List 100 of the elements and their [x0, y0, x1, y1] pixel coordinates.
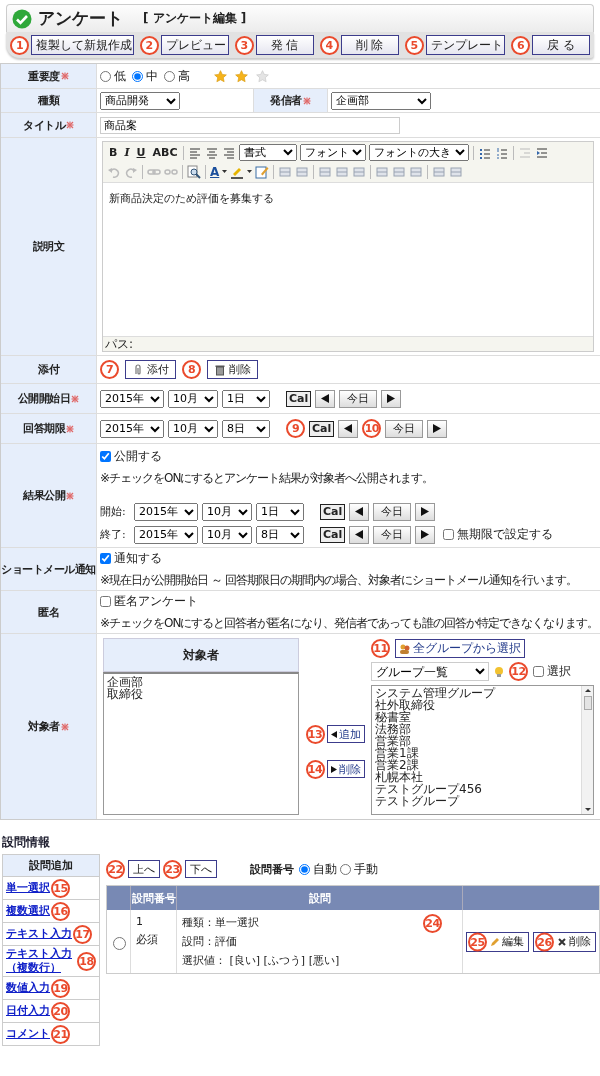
- toolbar-button[interactable]: 削 除: [340, 35, 399, 55]
- list-item[interactable]: 取締役: [107, 688, 295, 700]
- align-icon[interactable]: [222, 145, 237, 160]
- next-button[interactable]: [427, 419, 448, 438]
- all-groups-button[interactable]: 全グループから選択: [395, 639, 525, 658]
- indent-icon[interactable]: [535, 145, 550, 160]
- calendar-button[interactable]: Cal: [320, 526, 346, 543]
- table-icon[interactable]: [432, 164, 447, 179]
- title-field[interactable]: 商品案: [100, 116, 400, 134]
- previous-button[interactable]: [315, 389, 336, 408]
- question-type-link[interactable]: 日付入力: [6, 1004, 50, 1018]
- list-item[interactable]: テストグループ456: [375, 783, 578, 795]
- scrollbar[interactable]: [581, 686, 593, 814]
- no-end-date-checkbox[interactable]: [443, 529, 455, 540]
- toolbar-button[interactable]: テンプレート: [425, 35, 505, 55]
- year-select[interactable]: 2015年: [134, 525, 198, 544]
- radio-button[interactable]: [340, 863, 351, 875]
- table-icon[interactable]: [392, 164, 407, 179]
- toolbar-button[interactable]: 発 信: [255, 35, 314, 55]
- list-item[interactable]: 営業1課: [375, 747, 578, 759]
- format-button[interactable]: ABC: [150, 146, 180, 159]
- magnifier-icon[interactable]: [187, 164, 201, 179]
- move-down-button[interactable]: 下へ: [185, 860, 217, 878]
- today-button[interactable]: 今日: [339, 389, 378, 408]
- edit-icon[interactable]: [255, 164, 270, 179]
- select-checkbox[interactable]: [533, 666, 544, 677]
- previous-button[interactable]: [338, 419, 359, 438]
- month-select[interactable]: 10月: [202, 502, 252, 521]
- table-icon[interactable]: [318, 164, 333, 179]
- notify-checkbox[interactable]: [100, 552, 111, 564]
- anonymous-checkbox[interactable]: [100, 595, 111, 607]
- table-icon[interactable]: [352, 164, 367, 179]
- list-item[interactable]: 社外取締役: [375, 699, 578, 711]
- attachment-button[interactable]: 添付: [125, 360, 176, 379]
- list-item[interactable]: 営業2課: [375, 759, 578, 771]
- group-list[interactable]: システム管理グループ 社外取締役 秘書室 法務部 営業部 営業1課 営業2課 札幌本社 テストグループ456 テストグループ: [371, 685, 594, 815]
- previous-button[interactable]: [349, 525, 370, 544]
- toolbar-button[interactable]: 複製して新規作成: [31, 35, 134, 55]
- calendar-button[interactable]: Cal: [286, 390, 312, 407]
- month-select[interactable]: 10月: [168, 389, 218, 408]
- list-item[interactable]: 営業部: [375, 735, 578, 747]
- calendar-button[interactable]: Cal: [320, 503, 346, 520]
- editor-dropdown[interactable]: フォント: [300, 144, 367, 161]
- toolbar-button[interactable]: 戻 る: [532, 35, 590, 55]
- previous-button[interactable]: [349, 502, 370, 521]
- year-select[interactable]: 2015年: [134, 502, 198, 521]
- radio-button[interactable]: [164, 70, 175, 82]
- editor-dropdown[interactable]: フォントの大き: [369, 144, 470, 161]
- list-item[interactable]: テストグループ: [375, 795, 578, 807]
- radio-button[interactable]: [100, 70, 111, 82]
- list-item[interactable]: 札幌本社: [375, 771, 578, 783]
- day-select[interactable]: 8日: [222, 419, 270, 438]
- list-item[interactable]: 秘書室: [375, 711, 578, 723]
- category-select[interactable]: 商品開発: [100, 91, 180, 110]
- radio-button[interactable]: [299, 863, 310, 875]
- next-button[interactable]: [381, 389, 402, 408]
- format-button[interactable]: I: [122, 146, 132, 159]
- next-button[interactable]: [415, 502, 436, 521]
- format-button[interactable]: U: [134, 146, 148, 159]
- radio-button[interactable]: [132, 70, 143, 82]
- day-select[interactable]: 1日: [256, 502, 304, 521]
- scroll-down-icon[interactable]: [583, 807, 592, 812]
- day-select[interactable]: 8日: [256, 525, 304, 544]
- year-select[interactable]: 2015年: [100, 419, 164, 438]
- add-button[interactable]: 追加: [326, 725, 365, 743]
- table-icon[interactable]: [335, 164, 350, 179]
- scroll-up-icon[interactable]: [583, 688, 592, 693]
- next-button[interactable]: [415, 525, 436, 544]
- attachment-button[interactable]: 削除: [207, 360, 258, 379]
- font-color-button[interactable]: A: [210, 164, 220, 179]
- month-select[interactable]: 10月: [168, 419, 218, 438]
- list-item[interactable]: システム管理グループ: [375, 687, 578, 699]
- month-select[interactable]: 10月: [202, 525, 252, 544]
- question-type-link[interactable]: 数値入力: [6, 981, 50, 995]
- table-icon[interactable]: [278, 164, 293, 179]
- list-item[interactable]: 法務部: [375, 723, 578, 735]
- question-type-link[interactable]: テキスト入力: [6, 927, 72, 941]
- editor-dropdown[interactable]: 書式: [239, 144, 298, 161]
- sender-select[interactable]: 企画部: [331, 91, 431, 110]
- scroll-thumb[interactable]: [583, 696, 592, 710]
- question-type-link[interactable]: テキスト入力（複数行）: [6, 947, 76, 975]
- publish-checkbox[interactable]: [100, 450, 111, 462]
- move-up-button[interactable]: 上へ: [128, 860, 160, 878]
- selected-list[interactable]: 企画部 取締役: [103, 672, 299, 815]
- calendar-button[interactable]: Cal: [309, 420, 335, 437]
- format-button[interactable]: B: [107, 146, 120, 159]
- question-type-link[interactable]: コメント: [6, 1027, 50, 1041]
- group-select[interactable]: グループ一覧: [371, 662, 489, 681]
- today-button[interactable]: 今日: [373, 525, 412, 544]
- numbered-list-icon[interactable]: [495, 145, 510, 160]
- toolbar-button[interactable]: プレビュー: [160, 35, 229, 55]
- today-button[interactable]: 今日: [373, 502, 412, 521]
- list-item[interactable]: 企画部: [107, 676, 295, 688]
- today-button[interactable]: 今日: [385, 419, 424, 438]
- table-icon[interactable]: [449, 164, 464, 179]
- day-select[interactable]: 1日: [222, 389, 270, 408]
- table-icon[interactable]: [375, 164, 390, 179]
- year-select[interactable]: 2015年: [100, 389, 164, 408]
- table-icon[interactable]: [295, 164, 310, 179]
- question-type-link[interactable]: 複数選択: [6, 904, 50, 918]
